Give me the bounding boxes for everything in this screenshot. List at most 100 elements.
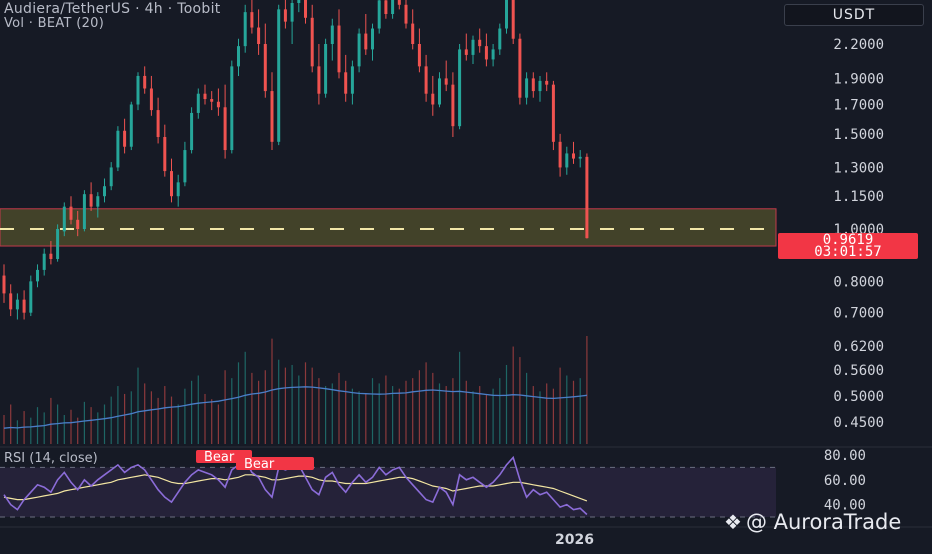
volume-bar: [405, 380, 407, 444]
price-axis-tick: 0.6200: [833, 339, 884, 355]
candle-body: [304, 0, 307, 18]
volume-indicator-label[interactable]: Vol · BEAT (20): [4, 16, 104, 31]
candle-body: [129, 104, 133, 147]
volume-bar: [412, 378, 414, 444]
volume-bar: [311, 367, 313, 444]
volume-bar: [197, 375, 199, 444]
last-price-badge: 0.9619 03:01:57: [778, 233, 918, 259]
volume-bar: [3, 415, 5, 444]
candle-body: [223, 107, 227, 151]
candle-body: [572, 153, 575, 159]
volume-bar: [378, 383, 380, 444]
volume-bar: [191, 380, 193, 444]
volume-bar: [358, 391, 360, 444]
volume-bar: [452, 378, 454, 444]
candle-body: [2, 275, 6, 294]
candle-body: [424, 66, 428, 94]
candle-body: [538, 80, 542, 92]
volume-bar: [211, 399, 213, 444]
price-axis-tick: 1.1500: [833, 189, 884, 205]
candle-body: [471, 39, 475, 55]
volume-bar: [338, 372, 340, 444]
candle-body: [257, 27, 261, 44]
volume-bar: [465, 380, 467, 444]
volume-bar: [546, 383, 548, 444]
volume-bar: [204, 393, 206, 444]
candle-body: [317, 66, 321, 94]
candle-body: [545, 80, 549, 85]
candle-body: [163, 137, 167, 172]
candle-body: [36, 269, 39, 282]
candle-body: [451, 84, 455, 127]
rsi-layer: Bear Bear: [0, 446, 932, 518]
volume-bar: [170, 396, 173, 444]
volume-bar: [164, 386, 166, 444]
volume-bar: [184, 388, 186, 444]
rsi-indicator-label[interactable]: RSI (14, close): [4, 451, 98, 466]
volume-bar: [30, 417, 32, 444]
candle-body: [350, 66, 354, 94]
volume-bar: [418, 370, 420, 444]
volume-bar: [137, 367, 139, 444]
candle-body: [444, 78, 448, 85]
price-axis-tick: 1.5000: [833, 127, 884, 143]
volume-layer: [3, 336, 588, 444]
bear-signal-label: Bear: [204, 450, 235, 465]
volume-bar: [392, 386, 394, 444]
candle-body: [9, 293, 13, 310]
volume-bar: [50, 397, 52, 444]
volume-bar: [264, 370, 266, 444]
candle-body: [230, 66, 234, 151]
candle-body: [29, 281, 33, 313]
price-axis-tick: 0.5600: [833, 363, 884, 379]
candle-body: [324, 44, 328, 94]
price-chart[interactable]: Bear Bear 2.2000 1.9000 1.7000 1.5000 1.3000 1…: [0, 0, 932, 550]
candle-body: [464, 49, 468, 55]
volume-bar: [586, 336, 588, 444]
volume-bar: [124, 393, 126, 444]
binance-diamond-icon: ❖: [724, 510, 742, 534]
candle-body: [190, 112, 194, 151]
volume-bar: [532, 386, 534, 444]
candle-body: [263, 44, 267, 92]
candle-body: [578, 156, 582, 159]
price-axis-tick: 1.9000: [833, 71, 884, 87]
volume-bar: [438, 383, 441, 444]
volume-bar: [371, 378, 374, 444]
candle-body: [384, 0, 388, 15]
candle-body: [505, 0, 508, 29]
candle-body: [237, 46, 240, 67]
candle-body: [511, 0, 515, 39]
volume-bar: [432, 372, 434, 444]
candle-body: [216, 101, 220, 108]
volume-bar: [505, 364, 508, 444]
volume-bar: [258, 380, 260, 444]
chart-root[interactable]: Bear Bear 2.2000 1.9000 1.7000 1.5000 1.3000 1…: [0, 0, 932, 550]
candle-body: [411, 23, 415, 44]
candle-body: [438, 78, 441, 105]
candle-body: [277, 9, 281, 142]
volume-bar: [251, 372, 253, 444]
candle-body: [82, 194, 86, 229]
volume-bar: [284, 367, 286, 444]
symbol-title[interactable]: Audiera/TetherUS · 4h · Toobit: [4, 1, 221, 17]
candle-body: [15, 299, 19, 310]
candle-body: [136, 75, 140, 105]
volume-bar: [485, 393, 487, 444]
candle-body: [149, 88, 153, 111]
price-axis-tick: 1.7000: [833, 97, 884, 113]
price-axis-tick: 2.2000: [833, 37, 884, 53]
volume-bar: [231, 378, 233, 444]
candle-body: [558, 141, 562, 168]
volume-bar: [526, 372, 528, 444]
volume-bar: [237, 362, 240, 444]
candle-body: [203, 93, 207, 100]
candle-body: [357, 33, 361, 67]
currency-button[interactable]: USDT: [784, 4, 924, 26]
volume-bar: [519, 357, 521, 444]
volume-bar: [559, 367, 561, 444]
volume-bar: [157, 397, 159, 444]
volume-bar: [499, 378, 501, 444]
candles-layer: [2, 0, 589, 320]
candle-body: [310, 17, 314, 67]
